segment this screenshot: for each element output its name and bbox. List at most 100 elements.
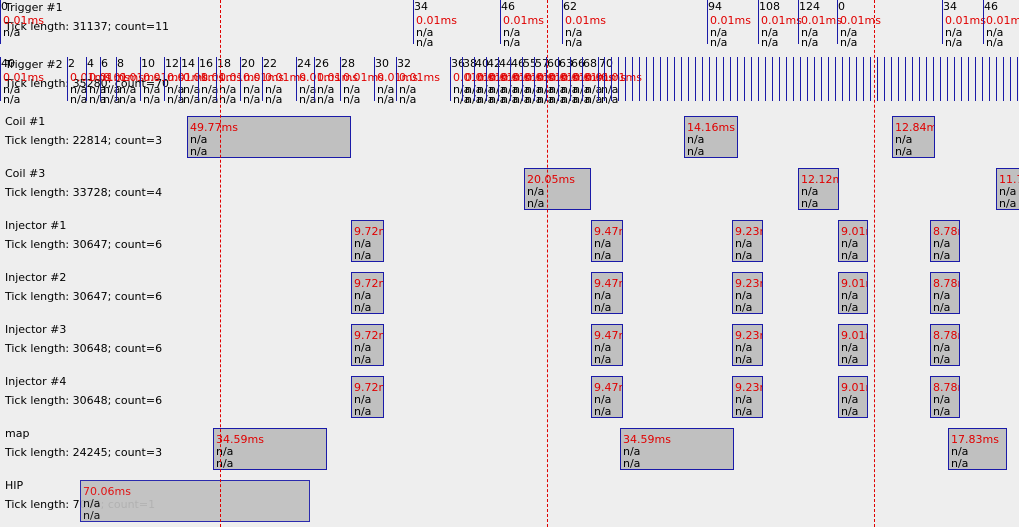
trigger-tick-mark[interactable]: [905, 57, 906, 101]
trigger-tick[interactable]: 26 0.01ms n/a n/a: [314, 57, 358, 105]
event-block[interactable]: 9.47msn/an/a: [591, 220, 623, 262]
trigger-tick-mark[interactable]: [723, 57, 724, 101]
trigger-tick-mark[interactable]: [702, 57, 703, 101]
trigger-tick-mark[interactable]: [604, 57, 605, 101]
trigger-tick-mark[interactable]: [926, 57, 927, 101]
trigger-tick-mark[interactable]: [849, 57, 850, 101]
trigger-tick[interactable]: 70 0.01ms n/a n/a: [598, 57, 642, 105]
event-block[interactable]: 49.77ms n/a n/a: [187, 116, 351, 158]
trigger-tick-mark[interactable]: [716, 57, 717, 101]
trigger-tick[interactable]: 38 0.01ms n/a n/a: [462, 57, 506, 105]
event-block[interactable]: 9.72msn/an/a: [351, 376, 384, 418]
trigger-tick-mark[interactable]: [891, 57, 892, 101]
event-block[interactable]: 8.78msn/an/a: [930, 220, 960, 262]
trigger-tick-mark[interactable]: [695, 57, 696, 101]
event-block[interactable]: 9.47msn/an/a: [591, 272, 623, 314]
event-block[interactable]: 9.01msn/an/a: [838, 272, 868, 314]
timeline-row-coil-1[interactable]: Coil #1 Tick length: 22814; count=3 49.7…: [0, 114, 1019, 166]
trigger-tick[interactable]: 2 0.01ms n/a n/a: [67, 57, 111, 105]
trigger-tick-mark[interactable]: [681, 57, 682, 101]
trigger-tick[interactable]: 28 0.01ms n/a n/a: [340, 57, 384, 105]
trigger-tick-mark[interactable]: [632, 57, 633, 101]
trigger-tick-mark[interactable]: [807, 57, 808, 101]
trigger-tick[interactable]: 4 0.01ms n/a n/a: [86, 57, 130, 105]
trigger-tick-mark[interactable]: [842, 57, 843, 101]
trigger-tick[interactable]: 55 0.01ms n/a n/a: [522, 57, 566, 105]
event-block[interactable]: 9.23msn/an/a: [732, 376, 763, 418]
event-block[interactable]: 8.78msn/an/a: [930, 376, 960, 418]
trigger-tick-mark[interactable]: [947, 57, 948, 101]
trigger-tick[interactable]: 66 0.01ms n/a n/a: [570, 57, 614, 105]
trigger-tick[interactable]: 46 0.01ms n/a n/a: [500, 0, 544, 48]
event-block[interactable]: 34.59ms n/a n/a: [620, 428, 734, 470]
timeline-row-trigger-2[interactable]: Trigger #2 Tick length: 35280; count=70 …: [0, 57, 1019, 109]
event-block[interactable]: 12.12ms n/a n/a: [798, 168, 839, 210]
event-block[interactable]: 70.06ms n/a n/a: [80, 480, 310, 522]
trigger-tick-mark[interactable]: [877, 57, 878, 101]
event-block[interactable]: 9.72msn/an/a: [351, 220, 384, 262]
trigger-2-tick-strip[interactable]: 40 0.01ms n/a n/a 2 0.01ms n/a n/a 4 0.01ms n/a n/a…: [0, 57, 1019, 109]
event-block[interactable]: 9.72msn/an/a: [351, 324, 384, 366]
event-block[interactable]: 9.01msn/an/a: [838, 376, 868, 418]
trigger-tick-mark[interactable]: [674, 57, 675, 101]
trigger-tick-mark[interactable]: [660, 57, 661, 101]
trigger-tick[interactable]: 63 0.01ms n/a n/a: [558, 57, 602, 105]
trigger-tick[interactable]: 46 0.01ms n/a n/a: [983, 0, 1019, 48]
trigger-tick[interactable]: 57 0.01ms n/a n/a: [534, 57, 578, 105]
timeline-row-coil-3[interactable]: Coil #3 Tick length: 33728; count=4 20.0…: [0, 166, 1019, 218]
timeline-row-trigger-1[interactable]: Trigger #1 Tick length: 31137; count=11 …: [0, 0, 1019, 52]
trigger-tick[interactable]: 18 0.01ms n/a n/a: [216, 57, 260, 105]
trigger-tick-mark[interactable]: [961, 57, 962, 101]
timeline-row-injector-4[interactable]: Injector #4 Tick length: 30648; count=6 …: [0, 374, 1019, 426]
trigger-tick-mark[interactable]: [982, 57, 983, 101]
trigger-tick[interactable]: 34 0.01ms n/a n/a: [942, 0, 986, 48]
trigger-tick[interactable]: 36 0.01ms n/a n/a: [450, 57, 494, 105]
trigger-tick[interactable]: 0 0.01ms n/a n/a: [837, 0, 881, 48]
trigger-tick-mark[interactable]: [758, 57, 759, 101]
trigger-tick-mark[interactable]: [744, 57, 745, 101]
trigger-tick[interactable]: 0 0.01ms n/a: [0, 0, 44, 44]
event-block[interactable]: 34.59ms n/a n/a: [213, 428, 327, 470]
timeline-canvas[interactable]: Trigger #1 Tick length: 31137; count=11 …: [0, 0, 1019, 527]
trigger-tick[interactable]: 94 0.01ms n/a n/a: [707, 0, 751, 48]
timeline-row-hip[interactable]: HIP Tick length: 7006; count=1 70.06msn/…: [0, 478, 1019, 527]
trigger-tick[interactable]: 14 0.01ms n/a n/a: [180, 57, 224, 105]
trigger-tick-mark[interactable]: [828, 57, 829, 101]
trigger-tick-mark[interactable]: [989, 57, 990, 101]
trigger-tick-mark[interactable]: [919, 57, 920, 101]
trigger-tick-mark[interactable]: [814, 57, 815, 101]
trigger-tick-mark[interactable]: [765, 57, 766, 101]
trigger-tick-mark[interactable]: [800, 57, 801, 101]
trigger-tick-mark[interactable]: [863, 57, 864, 101]
event-block[interactable]: 9.47msn/an/a: [591, 324, 623, 366]
event-block[interactable]: 8.78msn/an/a: [930, 272, 960, 314]
trigger-tick-mark[interactable]: [912, 57, 913, 101]
trigger-tick-mark[interactable]: [933, 57, 934, 101]
trigger-tick-mark[interactable]: [667, 57, 668, 101]
event-block[interactable]: 9.23msn/an/a: [732, 272, 763, 314]
trigger-tick-mark[interactable]: [786, 57, 787, 101]
trigger-tick-mark[interactable]: [709, 57, 710, 101]
trigger-tick[interactable]: 16 0.01ms n/a n/a: [198, 57, 242, 105]
trigger-tick-mark[interactable]: [1017, 57, 1018, 101]
trigger-tick[interactable]: 44 0.01ms n/a n/a: [498, 57, 542, 105]
trigger-tick-mark[interactable]: [779, 57, 780, 101]
trigger-tick[interactable]: 40 0.01ms n/a n/a: [474, 57, 518, 105]
event-block[interactable]: 12.84ms n/a n/a: [892, 116, 935, 158]
trigger-tick[interactable]: 40 0.01ms n/a n/a: [0, 57, 44, 105]
event-block[interactable]: 14.16ms n/a n/a: [684, 116, 738, 158]
timeline-row-injector-3[interactable]: Injector #3 Tick length: 30648; count=6 …: [0, 322, 1019, 374]
event-block[interactable]: 17.83ms n/a n/a: [948, 428, 1007, 470]
trigger-tick-mark[interactable]: [618, 57, 619, 101]
trigger-tick[interactable]: 6 0.01ms n/a n/a: [100, 57, 144, 105]
trigger-tick[interactable]: 34 0.01ms n/a n/a: [413, 0, 457, 48]
trigger-tick-mark[interactable]: [625, 57, 626, 101]
trigger-tick[interactable]: 12 0.01ms n/a n/a: [164, 57, 208, 105]
trigger-tick[interactable]: 22 0.01ms n/a n/a: [262, 57, 306, 105]
trigger-tick-mark[interactable]: [653, 57, 654, 101]
trigger-tick-mark[interactable]: [954, 57, 955, 101]
trigger-tick-mark[interactable]: [611, 57, 612, 101]
trigger-tick-mark[interactable]: [940, 57, 941, 101]
event-block[interactable]: 9.47msn/an/a: [591, 376, 623, 418]
event-block[interactable]: 9.01msn/an/a: [838, 324, 868, 366]
